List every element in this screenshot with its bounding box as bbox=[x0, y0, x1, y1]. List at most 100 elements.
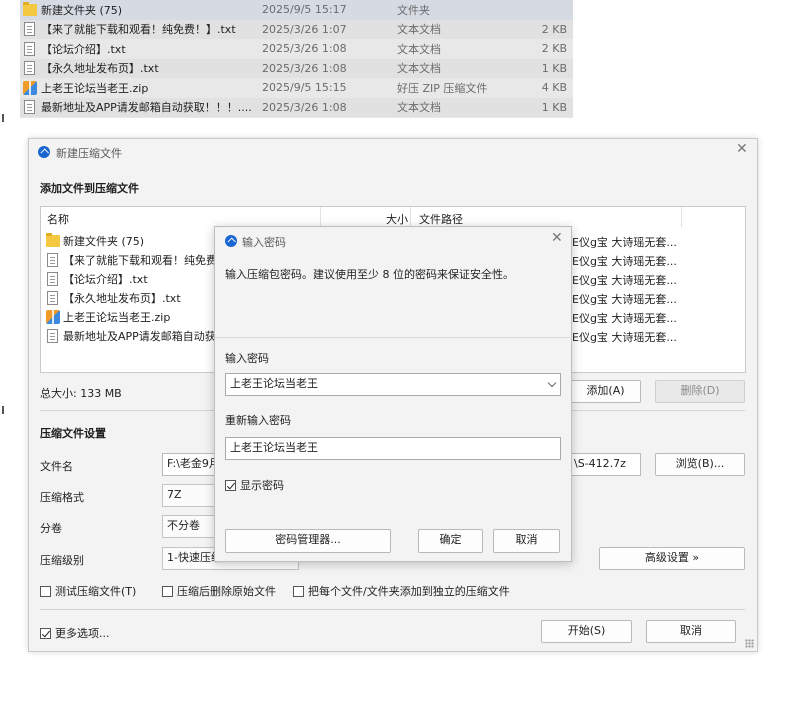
password-manager-button[interactable]: 密码管理器... bbox=[225, 529, 391, 553]
list-item-name: 最新地址及APP请发邮箱自动获 bbox=[63, 329, 216, 343]
folder-icon bbox=[45, 232, 61, 249]
list-item-name: 新建文件夹 (75) bbox=[63, 234, 145, 248]
add-button[interactable]: 添加(A) bbox=[570, 380, 641, 403]
column-header-size[interactable]: 大小 bbox=[386, 211, 408, 227]
ok-button[interactable]: 确定 bbox=[418, 529, 483, 553]
volume-select[interactable]: 不分卷 bbox=[162, 515, 216, 538]
list-item-path: E仪g宝 大诗瑶无套... bbox=[572, 331, 677, 344]
list-item-name: 【论坛介绍】.txt bbox=[63, 272, 148, 286]
explorer-row-date: 2025/9/5 15:17 bbox=[262, 3, 347, 17]
explorer-row-date: 2025/3/26 1:08 bbox=[262, 100, 347, 114]
list-item[interactable]: 上老王论坛当老王.zip bbox=[45, 307, 170, 326]
explorer-row-type: 好压 ZIP 压缩文件 bbox=[397, 81, 488, 95]
cancel-button[interactable]: 取消 bbox=[646, 620, 736, 643]
close-icon[interactable]: ✕ bbox=[736, 141, 748, 157]
text-file-icon bbox=[45, 252, 61, 268]
explorer-row-date: 2025/3/26 1:08 bbox=[262, 42, 347, 56]
explorer-row-type: 文本文档 bbox=[397, 23, 441, 37]
list-item[interactable]: 【来了就能下载和观看！纯免费 bbox=[45, 250, 217, 269]
checkbox-box[interactable] bbox=[40, 627, 51, 639]
explorer-row[interactable]: 新建文件夹 (75) 2025/9/5 15:17 文件夹 bbox=[20, 0, 573, 20]
checkbox-box[interactable] bbox=[40, 585, 51, 597]
more-options-checkbox[interactable]: 更多选项... bbox=[40, 625, 110, 641]
column-divider bbox=[410, 207, 411, 227]
text-file-icon bbox=[22, 41, 38, 57]
close-icon[interactable]: ✕ bbox=[551, 230, 563, 246]
explorer-row-size: 4 KB bbox=[541, 81, 567, 95]
explorer-row-size: 2 KB bbox=[541, 42, 567, 56]
list-item-name: 【来了就能下载和观看！纯免费 bbox=[63, 253, 217, 267]
password-hint: 输入压缩包密码。建议使用至少 8 位的密码来保证安全性。 bbox=[225, 268, 514, 281]
folder-icon bbox=[22, 1, 38, 18]
repeat-password-label: 重新输入密码 bbox=[225, 414, 291, 427]
list-item[interactable]: 新建文件夹 (75) bbox=[45, 231, 144, 250]
delete-button[interactable]: 删除(D) bbox=[655, 380, 745, 403]
filename-input-tail[interactable]: \S-412.7z bbox=[570, 453, 641, 476]
explorer-row[interactable]: 【永久地址发布页】.txt 2025/3/26 1:08 文本文档 1 KB bbox=[20, 58, 573, 78]
explorer-row-name: 【永久地址发布页】.txt bbox=[41, 62, 159, 76]
explorer-row-name: 【论坛介绍】.txt bbox=[41, 42, 126, 56]
checkbox-label: 测试压缩文件(T) bbox=[55, 585, 137, 598]
list-item[interactable]: 【论坛介绍】.txt bbox=[45, 269, 148, 288]
text-file-icon bbox=[22, 21, 38, 37]
text-file-icon bbox=[45, 290, 61, 306]
column-header-path[interactable]: 文件路径 bbox=[419, 211, 463, 227]
checkbox-box[interactable] bbox=[225, 479, 236, 491]
resize-grip-icon[interactable] bbox=[745, 639, 754, 648]
cancel-button[interactable]: 取消 bbox=[493, 529, 560, 553]
test-archive-checkbox[interactable]: 测试压缩文件(T) bbox=[40, 583, 136, 599]
explorer-row-type: 文件夹 bbox=[397, 3, 430, 17]
explorer-row[interactable]: 最新地址及APP请发邮箱自动获取！！！.... 2025/3/26 1:08 文… bbox=[20, 97, 573, 117]
list-item[interactable]: 【永久地址发布页】.txt bbox=[45, 288, 181, 307]
show-password-checkbox[interactable]: 显示密码 bbox=[225, 477, 284, 493]
file-list-header: 名称 大小 文件路径 bbox=[41, 207, 745, 227]
repeat-password-input[interactable]: 上老王论坛当老王 bbox=[225, 437, 561, 460]
advanced-settings-button[interactable]: 高级设置 » bbox=[599, 547, 745, 570]
filename-label: 文件名 bbox=[40, 460, 73, 473]
checkbox-box[interactable] bbox=[293, 585, 304, 597]
explorer-row[interactable]: 【论坛介绍】.txt 2025/3/26 1:08 文本文档 2 KB bbox=[20, 39, 573, 59]
explorer-row-name: 最新地址及APP请发邮箱自动获取！！！.... bbox=[41, 101, 252, 115]
divider bbox=[40, 609, 745, 610]
separate-archives-checkbox[interactable]: 把每个文件/文件夹添加到独立的压缩文件 bbox=[293, 583, 510, 599]
explorer-row-name: 上老王论坛当老王.zip bbox=[41, 81, 149, 95]
text-file-icon bbox=[22, 60, 38, 76]
checkbox-label: 压缩后删除原始文件 bbox=[177, 585, 276, 598]
text-file-icon bbox=[45, 271, 61, 287]
explorer-row-date: 2025/3/26 1:07 bbox=[262, 22, 347, 36]
explorer-row[interactable]: 【来了就能下载和观看！纯免费！】.txt 2025/3/26 1:07 文本文档… bbox=[20, 19, 573, 39]
list-item[interactable]: 最新地址及APP请发邮箱自动获 bbox=[45, 326, 216, 345]
dialog-title: 新建压缩文件 bbox=[56, 147, 122, 160]
list-item-path: E仪g宝 大诗瑶无套... bbox=[572, 236, 677, 249]
list-item-path: E仪g宝 大诗瑶无套... bbox=[572, 293, 677, 306]
start-button[interactable]: 开始(S) bbox=[541, 620, 632, 643]
format-label: 压缩格式 bbox=[40, 491, 84, 504]
list-item-name: 上老王论坛当老王.zip bbox=[63, 310, 171, 324]
browse-button[interactable]: 浏览(B)... bbox=[655, 453, 745, 476]
delete-after-checkbox[interactable]: 压缩后删除原始文件 bbox=[162, 583, 276, 599]
filename-input[interactable]: F:\老金9月 bbox=[162, 453, 216, 476]
password-input[interactable]: 上老王论坛当老王 bbox=[225, 373, 561, 396]
file-explorer-list: 新建文件夹 (75) 2025/9/5 15:17 文件夹 【来了就能下载和观看… bbox=[20, 0, 573, 118]
column-header-name[interactable]: 名称 bbox=[47, 211, 69, 227]
list-item-path: E仪g宝 大诗瑶无套... bbox=[572, 312, 677, 325]
section-title-settings: 压缩文件设置 bbox=[40, 427, 106, 440]
explorer-row-name: 新建文件夹 (75) bbox=[41, 3, 123, 17]
checkbox-box[interactable] bbox=[162, 585, 173, 597]
app-logo-icon bbox=[225, 235, 237, 247]
explorer-row[interactable]: 上老王论坛当老王.zip 2025/9/5 15:15 好压 ZIP 压缩文件 … bbox=[20, 78, 573, 98]
format-select[interactable]: 7Z bbox=[162, 484, 216, 507]
level-label: 压缩级别 bbox=[40, 554, 84, 567]
zip-file-icon bbox=[45, 309, 61, 325]
app-logo-icon bbox=[38, 146, 50, 158]
list-item-path: E仪g宝 大诗瑶无套... bbox=[572, 255, 677, 268]
password-dialog: 输入密码 ✕ 输入压缩包密码。建议使用至少 8 位的密码来保证安全性。 输入密码… bbox=[214, 226, 573, 562]
explorer-row-size: 2 KB bbox=[541, 22, 567, 36]
column-divider bbox=[681, 207, 682, 227]
total-size: 总大小: 133 MB bbox=[40, 387, 122, 400]
checkbox-label: 把每个文件/文件夹添加到独立的压缩文件 bbox=[308, 585, 510, 598]
column-divider bbox=[320, 207, 321, 227]
explorer-row-size: 1 KB bbox=[541, 61, 567, 75]
list-item-name: 【永久地址发布页】.txt bbox=[63, 291, 181, 305]
explorer-row-size: 1 KB bbox=[541, 100, 567, 114]
